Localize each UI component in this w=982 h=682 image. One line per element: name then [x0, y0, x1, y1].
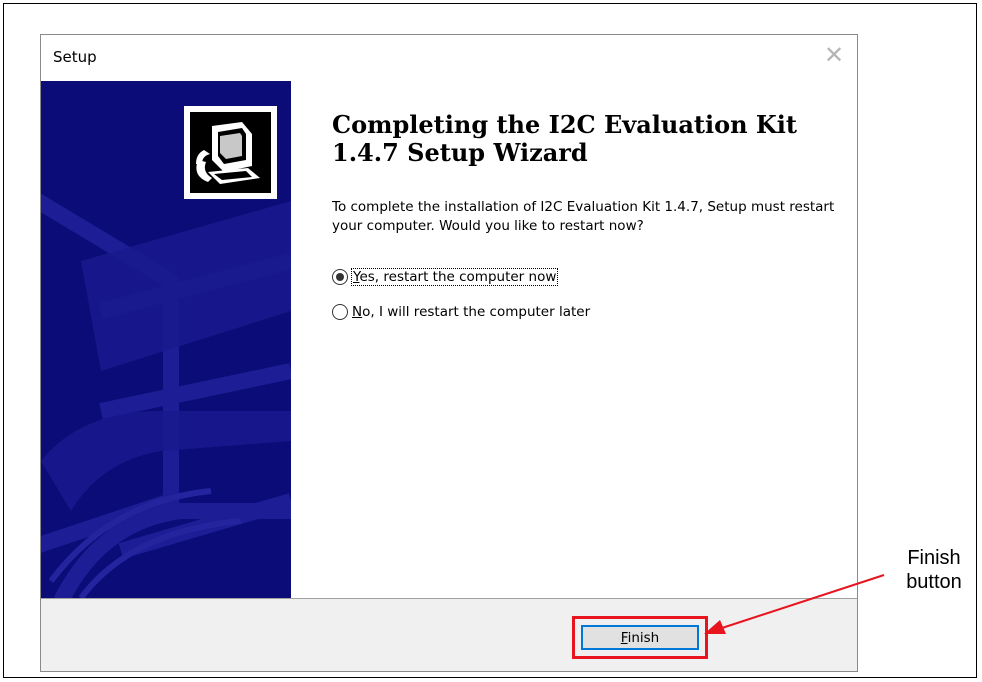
- callout-label-line1: Finish: [907, 547, 961, 569]
- access-key-f: F: [620, 629, 628, 646]
- installer-logo: [184, 106, 277, 199]
- restart-now-option[interactable]: Yes, restart the computer now: [332, 266, 559, 288]
- window-title: Setup: [53, 48, 97, 66]
- finish-highlight-box: Finish: [572, 616, 708, 659]
- finish-button-text: inish: [627, 629, 660, 646]
- wizard-side-banner: [41, 81, 291, 598]
- restart-now-label[interactable]: Yes, restart the computer now: [350, 268, 559, 286]
- wizard-footer: Finish: [41, 598, 857, 671]
- wizard-content: Completing the I2C Evaluation Kit 1.4.7 …: [291, 81, 857, 598]
- access-key-n: N: [352, 304, 363, 320]
- restart-later-option[interactable]: No, I will restart the computer later: [332, 301, 590, 323]
- restart-now-text: es, restart the computer now: [359, 269, 557, 285]
- radio-selected-icon[interactable]: [332, 269, 348, 285]
- finish-button[interactable]: Finish: [581, 625, 699, 650]
- setup-dialog: Setup ✕ Completing the I2C Evaluation Ki…: [40, 34, 858, 672]
- callout-label-line2: button: [906, 571, 962, 593]
- restart-later-label[interactable]: No, I will restart the computer later: [352, 304, 590, 320]
- close-icon[interactable]: ✕: [811, 35, 857, 75]
- figure-frame: Setup ✕ Completing the I2C Evaluation Ki…: [3, 3, 977, 678]
- callout-label: Finish button: [894, 546, 974, 594]
- restart-later-text: o, I will restart the computer later: [362, 304, 591, 320]
- radio-unselected-icon[interactable]: [332, 304, 348, 320]
- computer-install-icon: [190, 112, 271, 193]
- wizard-description: To complete the installation of I2C Eval…: [332, 199, 835, 234]
- wizard-heading: Completing the I2C Evaluation Kit 1.4.7 …: [332, 110, 797, 167]
- title-bar: Setup ✕: [41, 35, 857, 81]
